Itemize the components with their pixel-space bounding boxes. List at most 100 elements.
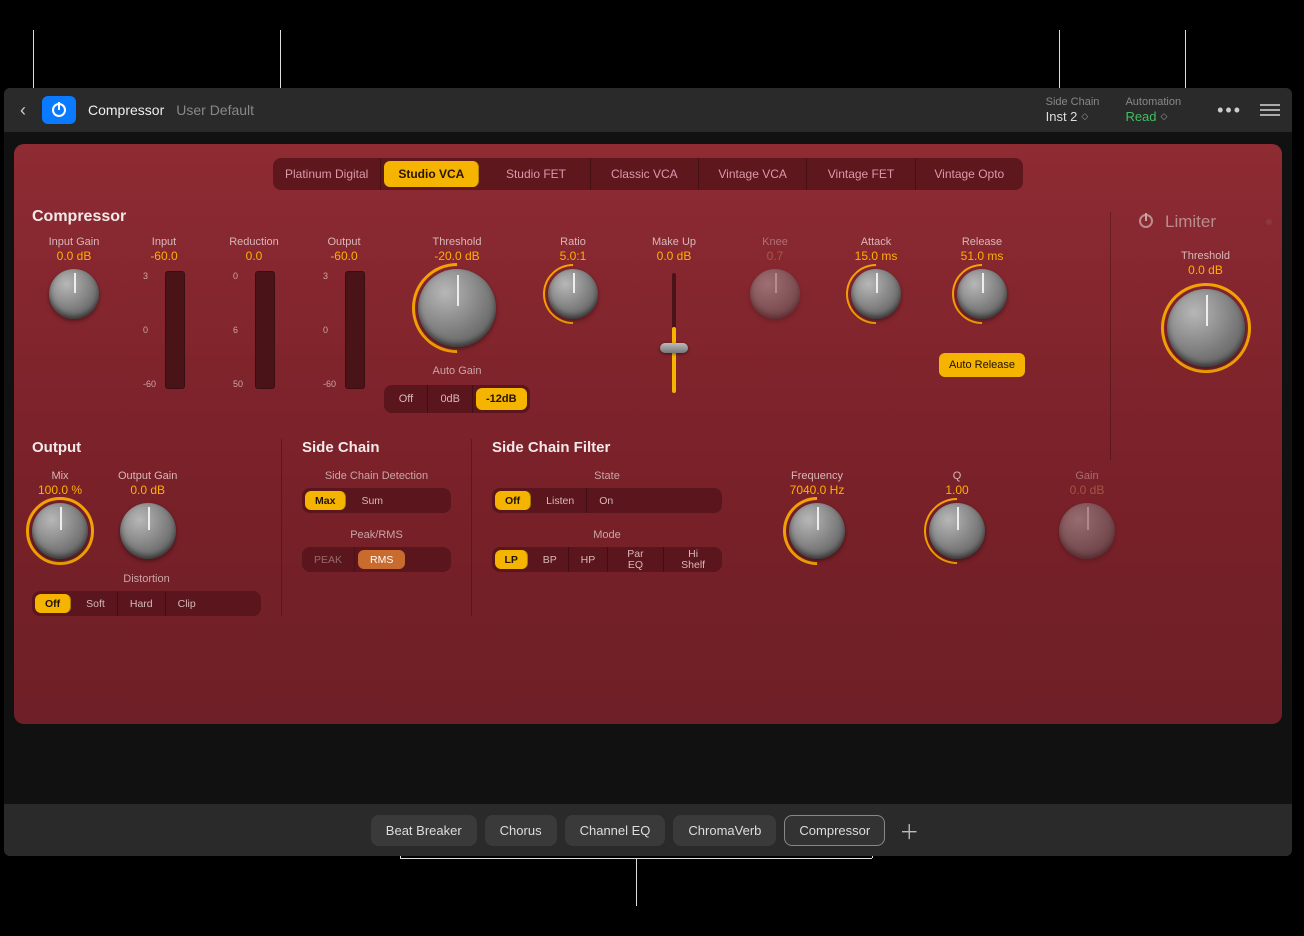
meter-ticks: 3 0 -60 — [323, 271, 336, 389]
output-section-title: Output — [32, 439, 261, 456]
tab-vintage-fet[interactable]: Vintage FET — [807, 158, 915, 190]
chain-chip-chorus[interactable]: Chorus — [485, 815, 557, 846]
drag-handle-icon[interactable] — [1260, 104, 1280, 116]
distortion-off[interactable]: Off — [35, 594, 71, 613]
scf-freq-knob[interactable] — [789, 503, 845, 559]
chain-chip-chromaverb[interactable]: ChromaVerb — [673, 815, 776, 846]
more-menu-button[interactable]: ••• — [1211, 100, 1248, 121]
scf-mode-pareq[interactable]: Par EQ — [608, 547, 665, 572]
tab-studio-fet[interactable]: Studio FET — [482, 158, 590, 190]
plugin-header: ‹ Compressor User Default Side Chain Ins… — [4, 88, 1292, 132]
scf-gain-knob[interactable] — [1059, 503, 1115, 559]
compressor-section-title: Compressor — [32, 208, 1264, 226]
attack-knob[interactable] — [851, 269, 901, 319]
sc-detection-segmented: Max Sum — [302, 488, 451, 513]
peakrms-peak[interactable]: PEAK — [302, 547, 355, 572]
reduction-meter-value: 0.0 — [246, 249, 263, 263]
makeup-slider[interactable] — [672, 273, 676, 393]
makeup-label: Make Up — [652, 236, 696, 248]
add-plugin-button[interactable]: ＋ — [893, 816, 925, 845]
scf-state-off[interactable]: Off — [495, 491, 531, 510]
scf-q-value: 1.00 — [945, 483, 968, 497]
scf-freq-value: 7040.0 Hz — [790, 483, 845, 497]
power-icon — [52, 103, 66, 117]
knee-value: 0.7 — [767, 249, 784, 263]
tab-platinum-digital[interactable]: Platinum Digital — [273, 158, 381, 190]
limiter-threshold-label: Threshold — [1181, 250, 1230, 262]
peakrms-label: Peak/RMS — [302, 529, 451, 541]
limiter-power-icon[interactable] — [1139, 214, 1155, 230]
input-gain-value: 0.0 dB — [57, 249, 92, 263]
auto-gain-0db[interactable]: 0dB — [428, 385, 473, 413]
tab-vintage-vca[interactable]: Vintage VCA — [699, 158, 807, 190]
tab-vintage-opto[interactable]: Vintage Opto — [916, 158, 1023, 190]
chain-chip-channel-eq[interactable]: Channel EQ — [565, 815, 666, 846]
output-meter-label: Output — [327, 236, 360, 248]
plugin-power-button[interactable] — [42, 96, 76, 124]
sc-detection-sum[interactable]: Sum — [349, 488, 395, 513]
scf-state-listen[interactable]: Listen — [534, 488, 587, 513]
limiter-threshold-knob[interactable] — [1167, 289, 1245, 367]
plugin-name: Compressor — [88, 102, 164, 118]
limiter-title: Limiter — [1165, 212, 1216, 232]
input-gain-knob[interactable] — [49, 269, 99, 319]
scf-state-segmented: Off Listen On — [492, 488, 722, 513]
automation-label: Automation — [1125, 96, 1181, 108]
tab-classic-vca[interactable]: Classic VCA — [591, 158, 699, 190]
auto-release-button[interactable]: Auto Release — [939, 353, 1025, 377]
auto-gain-off[interactable]: Off — [384, 385, 428, 413]
tab-studio-vca[interactable]: Studio VCA — [384, 161, 479, 187]
meter-ticks: 0 6 50 — [233, 271, 243, 389]
auto-gain-12db[interactable]: -12dB — [476, 388, 527, 410]
scf-mode-hp[interactable]: HP — [569, 547, 607, 572]
output-gain-label: Output Gain — [118, 470, 177, 482]
mix-knob[interactable] — [32, 503, 88, 559]
chain-chip-beat-breaker[interactable]: Beat Breaker — [371, 815, 477, 846]
knee-label: Knee — [762, 236, 788, 248]
knee-knob[interactable] — [750, 269, 800, 319]
scf-q-knob[interactable] — [929, 503, 985, 559]
release-knob[interactable] — [957, 269, 1007, 319]
sidechain-section-title: Side Chain — [302, 439, 451, 456]
plugin-chain-bar: Beat Breaker Chorus Channel EQ ChromaVer… — [4, 804, 1292, 856]
distortion-soft[interactable]: Soft — [74, 591, 118, 616]
compressor-model-tabs: Platinum Digital Studio VCA Studio FET C… — [273, 158, 1023, 190]
sc-detection-label: Side Chain Detection — [302, 470, 451, 482]
distortion-clip[interactable]: Clip — [166, 591, 208, 616]
reduction-meter — [255, 271, 275, 389]
scf-state-on[interactable]: On — [587, 488, 625, 513]
peakrms-rms[interactable]: RMS — [358, 550, 405, 569]
release-value: 51.0 ms — [961, 249, 1004, 263]
output-meter — [345, 271, 365, 389]
distortion-hard[interactable]: Hard — [118, 591, 166, 616]
sc-detection-max[interactable]: Max — [305, 491, 346, 510]
scf-mode-hishelf[interactable]: Hi Shelf — [664, 547, 722, 572]
threshold-value: -20.0 dB — [434, 249, 479, 263]
preset-name[interactable]: User Default — [176, 102, 254, 118]
caret-icon: ◇ — [1081, 111, 1088, 122]
back-button[interactable]: ‹ — [16, 100, 30, 121]
chain-chip-compressor[interactable]: Compressor — [784, 815, 885, 846]
plugin-body: Platinum Digital Studio VCA Studio FET C… — [14, 144, 1282, 724]
output-meter-value: -60.0 — [330, 249, 357, 263]
ratio-label: Ratio — [560, 236, 586, 248]
auto-gain-label: Auto Gain — [433, 365, 482, 377]
threshold-knob[interactable] — [418, 269, 496, 347]
automation-selector[interactable]: Automation Read◇ — [1125, 96, 1181, 124]
input-meter — [165, 271, 185, 389]
slider-thumb[interactable] — [660, 343, 688, 353]
attack-value: 15.0 ms — [855, 249, 898, 263]
auto-gain-segmented: Off 0dB -12dB — [384, 385, 529, 413]
leader-line — [636, 858, 637, 906]
output-gain-knob[interactable] — [120, 503, 176, 559]
mix-value: 100.0 % — [38, 483, 82, 497]
input-meter-value: -60.0 — [150, 249, 177, 263]
scf-mode-bp[interactable]: BP — [531, 547, 569, 572]
limiter-section: Limiter Threshold 0.0 dB — [1110, 212, 1282, 460]
scf-mode-lp[interactable]: LP — [495, 550, 528, 569]
threshold-label: Threshold — [433, 236, 482, 248]
sidechain-selector[interactable]: Side Chain Inst 2◇ — [1046, 96, 1100, 124]
ratio-knob[interactable] — [548, 269, 598, 319]
plugin-window: ‹ Compressor User Default Side Chain Ins… — [4, 88, 1292, 856]
output-gain-value: 0.0 dB — [130, 483, 165, 497]
